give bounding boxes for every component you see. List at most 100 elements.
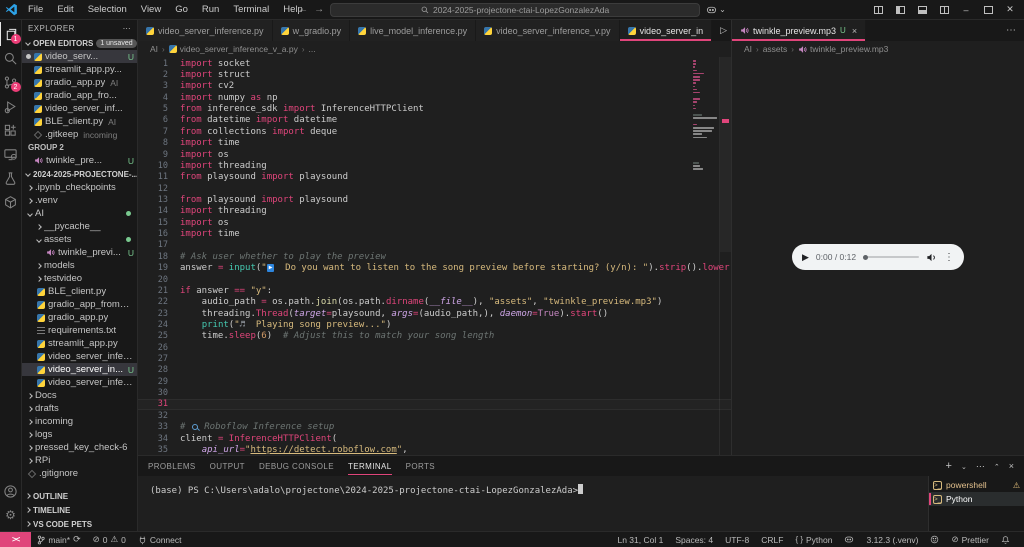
open-editor-item[interactable]: gradio_app.pyAI (22, 76, 137, 89)
folder-item[interactable]: incoming (22, 415, 137, 428)
code-line[interactable]: 27 (138, 353, 731, 364)
code-line[interactable]: 5from inference_sdk import InferenceHTTP… (138, 103, 731, 114)
code-line[interactable]: 1import socket (138, 58, 731, 69)
code-line[interactable]: 22 audio_path = os.path.join(os.path.dir… (138, 297, 731, 308)
status-indentation[interactable]: Spaces: 4 (669, 532, 719, 547)
status-copilot-status[interactable] (838, 532, 860, 547)
open-editor-item[interactable]: .gitkeepincoming (22, 128, 137, 141)
breadcrumb-item[interactable]: video_server_inference_v_a.py (169, 44, 298, 54)
folder-item[interactable]: Docs (22, 389, 137, 402)
open-editor-item[interactable]: gradio_app_fro... (22, 89, 137, 102)
code-line[interactable]: 14import threading (138, 206, 731, 217)
code-line[interactable]: 29 (138, 376, 731, 387)
toggle-panel-icon[interactable] (916, 4, 928, 16)
open-editor-item[interactable]: video_server_inf... (22, 102, 137, 115)
minimize-button[interactable]: – (960, 4, 972, 16)
close-icon[interactable]: × (852, 26, 857, 36)
code-line[interactable]: 12 (138, 183, 731, 194)
code-line[interactable]: 11from playsound import playsound (138, 172, 731, 183)
menu-go[interactable]: Go (169, 2, 194, 17)
file-item[interactable]: gradio_app_from_str... (22, 298, 137, 311)
file-item[interactable]: streamlit_app.py (22, 337, 137, 350)
menu-terminal[interactable]: Terminal (227, 2, 275, 17)
code-line[interactable]: 17 (138, 240, 731, 251)
close-icon[interactable]: × (1009, 461, 1014, 472)
more-icon[interactable]: ⋯ (976, 461, 985, 472)
file-item[interactable]: BLE_client.py (22, 285, 137, 298)
open-editor-item[interactable]: BLE_client.pyAI (22, 115, 137, 128)
chevron-down-icon[interactable]: ⌄ (961, 461, 967, 472)
menu-file[interactable]: File (22, 2, 49, 17)
status-problems-summary[interactable]: ⊘0⚠0 (87, 532, 132, 547)
tab-video-server-in[interactable]: video_server_in (620, 20, 713, 41)
more-icon[interactable]: ⋯ (1006, 25, 1016, 36)
status-language-mode[interactable]: { }Python (789, 532, 838, 547)
folder-item[interactable]: testvideo (22, 272, 137, 285)
code-line[interactable]: 34client = InferenceHTTPClient( (138, 433, 731, 444)
menu-view[interactable]: View (135, 2, 167, 17)
activitybar-testing[interactable] (0, 166, 22, 190)
status-encoding[interactable]: UTF-8 (719, 532, 755, 547)
activitybar-3d-viewer[interactable] (0, 190, 22, 214)
panel-tab-problems[interactable]: PROBLEMS (148, 456, 196, 476)
code-editor[interactable]: 1import socket2import struct3import cv24… (138, 57, 731, 455)
status-prettier-status[interactable]: ⊘Prettier (945, 532, 995, 547)
file-item[interactable]: gradio_app.py (22, 311, 137, 324)
code-line[interactable]: 18# Ask user whether to play the preview (138, 251, 731, 262)
tab-video-server-inference-py[interactable]: video_server_inference.py (138, 20, 273, 41)
folder-item[interactable]: .ipynb_checkpoints (22, 181, 137, 194)
copilot-menu[interactable]: ⌄ (706, 5, 726, 15)
code-line[interactable]: 25 time.sleep(6) # Adjust this to match … (138, 331, 731, 342)
audio-play-button[interactable]: ▶ (802, 252, 809, 263)
code-line[interactable]: 30 (138, 387, 731, 398)
terminal-item-powershell[interactable]: >_powershell⚠ (929, 478, 1024, 492)
explorer-more-actions-icon[interactable]: ⋯ (123, 24, 131, 33)
status-python-interpreter[interactable]: 3.12.3 (.venv) (860, 532, 924, 547)
customize-layout-icon[interactable] (872, 4, 884, 16)
code-line[interactable]: 8import time (138, 138, 731, 149)
folder-item[interactable]: drafts (22, 402, 137, 415)
status-git-branch[interactable]: main*⟳ (31, 532, 86, 547)
breadcrumb-item[interactable]: AI (150, 44, 158, 54)
code-line[interactable]: 9import os (138, 149, 731, 160)
open-editor-item[interactable]: video_serv...U (22, 50, 137, 63)
breadcrumb-item[interactable]: assets (763, 44, 788, 54)
code-line[interactable]: 31 (138, 399, 731, 410)
activitybar-accounts[interactable] (0, 479, 22, 503)
menu-selection[interactable]: Selection (82, 2, 133, 17)
tab-twinkle-preview-mp3[interactable]: twinkle_preview.mp3U× (732, 20, 866, 41)
run-icon[interactable]: ▷ (720, 25, 727, 36)
folder-item[interactable]: AI (22, 207, 137, 220)
activitybar-run-and-debug[interactable] (0, 94, 22, 118)
overview-ruler[interactable] (719, 57, 731, 455)
code-line[interactable]: 35 api_url="https://detect.roboflow.com"… (138, 444, 731, 455)
status-feedback[interactable] (924, 532, 945, 547)
section-outline[interactable]: OUTLINE (22, 489, 137, 503)
file-item[interactable]: requirements.txt (22, 324, 137, 337)
section-vs-code-pets[interactable]: VS CODE PETS (22, 517, 137, 531)
status-cursor-position[interactable]: Ln 31, Col 1 (611, 532, 669, 547)
code-line[interactable]: 3import cv2 (138, 81, 731, 92)
code-line[interactable]: 6from datetime import datetime (138, 115, 731, 126)
breadcrumb-item[interactable]: AI (744, 44, 752, 54)
code-line[interactable]: 10import threading (138, 160, 731, 171)
code-line[interactable]: 19answer = input("▶ Do you want to liste… (138, 262, 731, 273)
minimap[interactable] (693, 60, 718, 172)
status-connect[interactable]: Connect (132, 532, 188, 547)
terminal-output[interactable]: (base) PS C:\Users\adalo\projectone\2024… (138, 476, 928, 531)
panel-tab-debug-console[interactable]: DEBUG CONSOLE (259, 456, 334, 476)
search-input[interactable]: 2024-2025-projectone-ctai-LopezGonzalezA… (330, 3, 700, 17)
audio-more-icon[interactable]: ⋮ (944, 252, 954, 263)
code-line[interactable]: 4import numpy as np (138, 92, 731, 103)
tab-live-model-inference-py[interactable]: live_model_inference.py (350, 20, 476, 41)
panel-tab-output[interactable]: OUTPUT (210, 456, 245, 476)
breadcrumb-item[interactable]: twinkle_preview.mp3 (798, 44, 888, 54)
menu-edit[interactable]: Edit (51, 2, 79, 17)
code-line[interactable]: 24 print("♬ Playing song preview...") (138, 319, 731, 330)
folder-item[interactable]: RPi (22, 454, 137, 467)
breadcrumb-item[interactable]: ... (309, 44, 316, 54)
new-terminal-icon[interactable]: + (946, 460, 952, 472)
activitybar-source-control[interactable]: 2 (0, 70, 22, 94)
code-line[interactable]: 2import struct (138, 69, 731, 80)
open-editor-item[interactable]: streamlit_app.py... (22, 63, 137, 76)
